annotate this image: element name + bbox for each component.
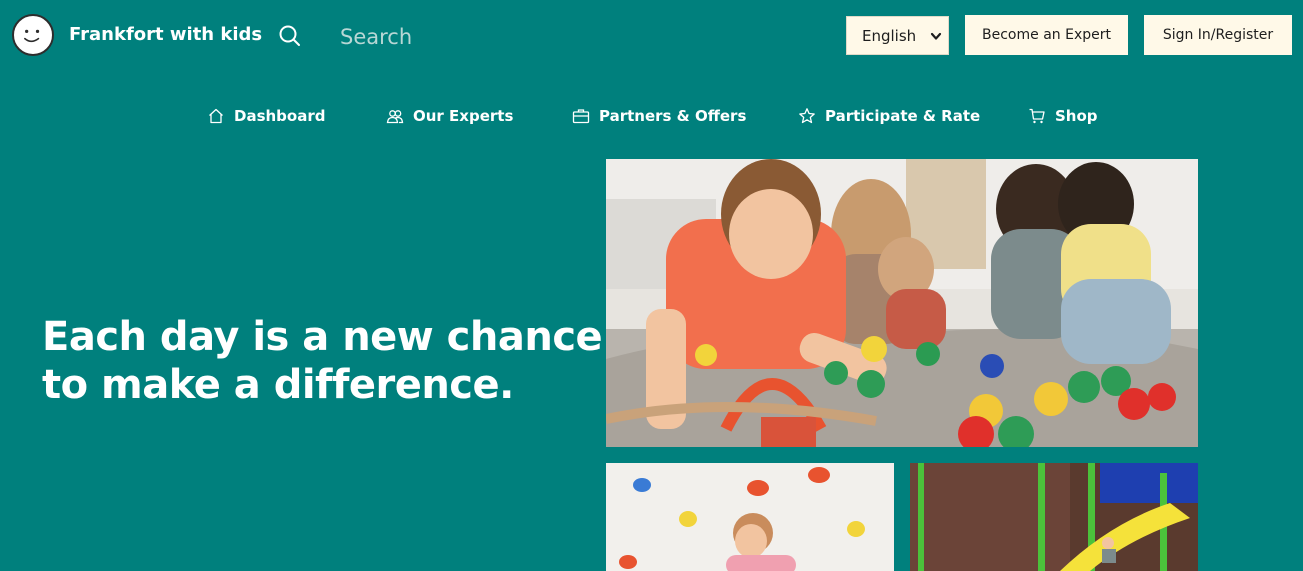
nav-item-label: Partners & Offers [599, 107, 747, 125]
nav-item-partners-offers[interactable]: Partners & Offers [572, 104, 746, 128]
nav-item-label: Shop [1055, 107, 1098, 125]
photo-climbing-wall [606, 463, 894, 571]
nav-item-our-experts[interactable]: Our Experts [386, 104, 513, 128]
search-icon[interactable] [278, 24, 302, 48]
hero-photo-kids-playing [606, 159, 1198, 447]
nav-item-label: Dashboard [234, 107, 326, 125]
photo-indoor-playground [910, 463, 1198, 571]
hero-heading: Each day is a new chance to make a diffe… [42, 313, 612, 409]
briefcase-icon [572, 109, 590, 124]
nav-item-dashboard[interactable]: Dashboard [207, 104, 325, 128]
nav-item-label: Participate & Rate [825, 107, 981, 125]
page: Frankfort with kids English Become an Ex… [0, 0, 1303, 571]
brand-name[interactable]: Frankfort with kids [69, 24, 262, 45]
users-icon [386, 110, 404, 124]
become-expert-button[interactable]: Become an Expert [965, 15, 1128, 55]
hero-heading-line-2: to make a difference. [42, 362, 514, 408]
cart-icon [1029, 108, 1045, 124]
nav-item-participate-rate[interactable]: Participate & Rate [798, 104, 980, 128]
chevron-down-icon [930, 29, 942, 43]
search-input[interactable] [340, 20, 600, 54]
hero-heading-line-1: Each day is a new chance [42, 314, 603, 360]
language-select[interactable]: English [846, 16, 949, 55]
nav-item-shop[interactable]: Shop [1028, 104, 1098, 128]
sign-in-register-button[interactable]: Sign In/Register [1144, 15, 1292, 55]
star-icon [799, 108, 815, 124]
smiley-logo-icon[interactable] [12, 14, 54, 56]
nav-item-label: Our Experts [413, 107, 514, 125]
language-selected-value: English [862, 26, 917, 45]
home-icon [209, 108, 223, 124]
